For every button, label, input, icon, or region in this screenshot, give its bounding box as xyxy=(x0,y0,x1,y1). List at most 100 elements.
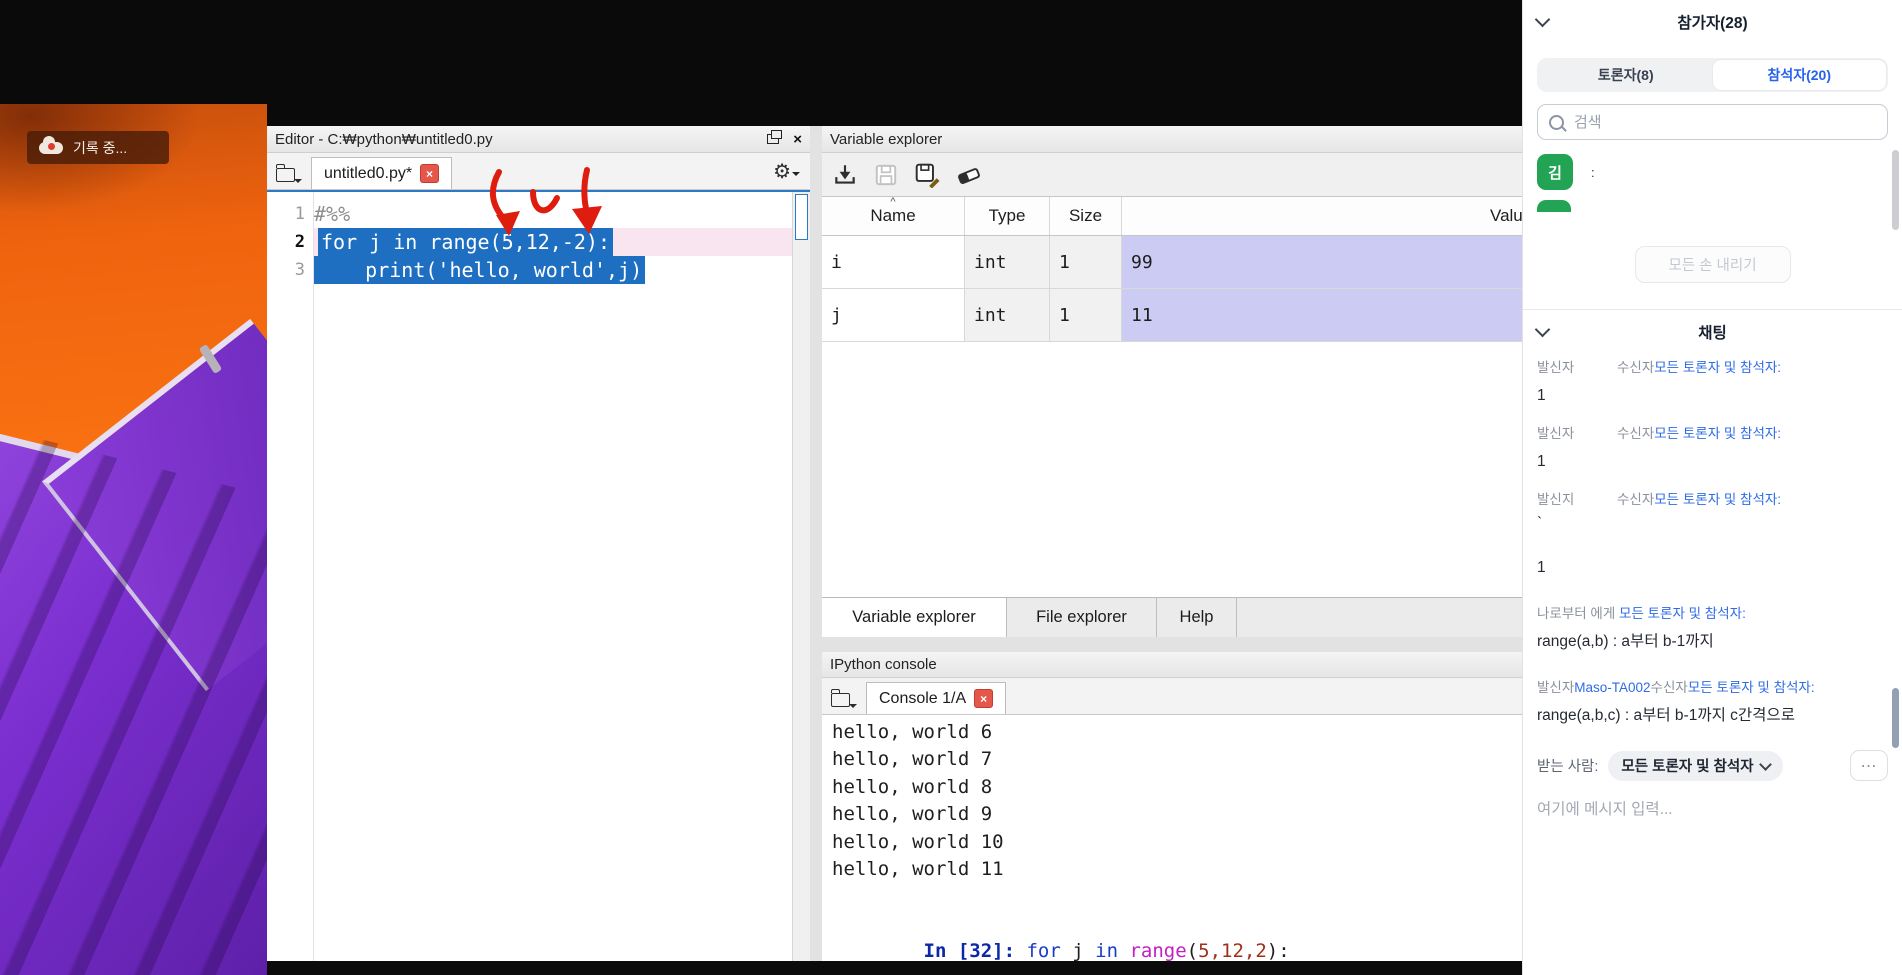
bottom-pane-tabs: Variable explorer File explorer Help xyxy=(822,597,1522,637)
recipient-label: 받는 사람: xyxy=(1537,755,1598,776)
line-number-current: 2 xyxy=(295,228,305,256)
cloud-recording-icon xyxy=(39,142,63,154)
var-size-cell: 1 xyxy=(1050,289,1122,341)
console-output[interactable]: hello, world 6 hello, world 7 hello, wor… xyxy=(822,715,1522,962)
chat-message: 발신자 수신자 모든 토론자 및 참석자: 1 xyxy=(1537,356,1888,406)
tab-close-icon[interactable]: × xyxy=(420,164,439,183)
code-editor[interactable]: 1 2 3 #%% for j in range(5,12,-2): print… xyxy=(267,190,810,962)
tab-variable-explorer[interactable]: Variable explorer xyxy=(822,598,1007,637)
variable-explorer-toolbar xyxy=(822,153,1522,196)
close-pane-icon[interactable]: × xyxy=(793,132,802,147)
message-header: 발신자 Maso-TA002 수신자 모든 토론자 및 참석자: xyxy=(1537,676,1888,696)
message-header: 발신자 수신자 모든 토론자 및 참석자: xyxy=(1537,356,1888,376)
audience-link: 모든 토론자 및 참석자: xyxy=(1654,422,1781,442)
participant-search[interactable] xyxy=(1537,104,1888,140)
audience-value: 모든 토론자 및 참석자 xyxy=(1621,755,1753,776)
column-header-value[interactable]: Value xyxy=(1122,197,1522,235)
chat-scrollbar-thumb[interactable] xyxy=(1892,688,1899,748)
options-gear-icon[interactable]: ⚙ xyxy=(773,159,800,184)
table-row[interactable]: j int 1 11 xyxy=(822,289,1522,342)
participant-row[interactable]: 김 : xyxy=(1523,152,1902,192)
name-header-label: Name xyxy=(870,206,915,226)
code-text: j xyxy=(1061,940,1095,962)
audience-dropdown[interactable]: 모든 토론자 및 참석자 xyxy=(1608,751,1782,781)
sender-label: 발신지 xyxy=(1537,488,1617,508)
remove-variables-eraser-icon[interactable] xyxy=(955,162,983,188)
receiver-label: 수신자 xyxy=(1617,422,1654,442)
editor-tab-untitled0[interactable]: untitled0.py* × xyxy=(311,157,452,189)
variable-explorer-pane: Variable explorer xyxy=(822,126,1522,637)
message-body: 1 xyxy=(1537,558,1888,578)
var-type-cell: int xyxy=(965,236,1050,288)
participants-scrollbar-thumb[interactable] xyxy=(1892,150,1899,230)
arrowhead-minus2 xyxy=(572,206,602,234)
chat-message: 발신자 수신자 모든 토론자 및 참석자: 1 xyxy=(1537,422,1888,472)
save-data-as-icon[interactable] xyxy=(914,162,940,188)
cell-comment: #%% xyxy=(314,202,350,226)
console-blank-line xyxy=(832,883,1522,910)
sender-label: 발신자 xyxy=(1537,356,1617,376)
more-options-button[interactable]: ⋯ xyxy=(1850,750,1888,781)
browse-consoles-button[interactable] xyxy=(822,684,858,714)
folder-icon xyxy=(276,168,295,182)
chat-message: 발신지 수신자 모든 토론자 및 참석자: ` 1 xyxy=(1537,488,1888,578)
line-number: 1 xyxy=(295,200,305,228)
tab-help[interactable]: Help xyxy=(1157,598,1237,637)
message-body: ` xyxy=(1537,514,1888,534)
receiver-label: 수신자 xyxy=(1651,676,1688,696)
chat-message: 나로부터 에게 모든 토론자 및 참석자: range(a,b) : a부터 b… xyxy=(1537,602,1888,652)
column-header-size[interactable]: Size xyxy=(1050,197,1122,235)
save-data-icon[interactable] xyxy=(873,162,899,188)
column-header-name[interactable]: ^ Name xyxy=(822,197,965,235)
var-value-cell: 11 xyxy=(1122,289,1522,341)
editor-tab-label: untitled0.py* xyxy=(324,165,412,183)
code-text: ): xyxy=(1267,940,1290,962)
variables-table: ^ Name Type Size Value i int 1 99 xyxy=(822,196,1522,342)
message-header: 발신지 수신자 모든 토론자 및 참석자: xyxy=(1537,488,1888,508)
editor-scrollbar-thumb[interactable] xyxy=(795,194,808,240)
audience-link: 모든 토론자 및 참석자: xyxy=(1688,676,1815,696)
tab-close-icon[interactable]: × xyxy=(974,689,993,708)
search-input[interactable] xyxy=(1572,113,1856,132)
table-row[interactable]: i int 1 99 xyxy=(822,236,1522,289)
undock-icon[interactable] xyxy=(767,134,779,144)
message-body: 1 xyxy=(1537,452,1888,472)
var-name-cell: j xyxy=(822,289,965,341)
folder-icon xyxy=(831,693,850,707)
receiver-label: 수신자 xyxy=(1617,356,1654,376)
editor-pane: Editor - C:₩python₩untitled0.py × untitl… xyxy=(267,126,810,962)
sort-caret-icon: ^ xyxy=(890,197,895,208)
console-title-bar: IPython console xyxy=(822,652,1522,678)
tab-attendees[interactable]: 참석자(20) xyxy=(1713,60,1887,90)
import-data-icon[interactable] xyxy=(832,162,858,188)
participants-title: 참가자(28) xyxy=(1677,11,1747,33)
in-prompt: In [32]: xyxy=(924,940,1027,962)
avatar: 김 xyxy=(1537,154,1573,190)
console-output-line: hello, world 9 xyxy=(832,801,1522,828)
chat-message: 발신자 Maso-TA002 수신자 모든 토론자 및 참석자: range(a… xyxy=(1537,676,1888,726)
message-header: 나로부터 에게 모든 토론자 및 참석자: xyxy=(1537,602,1888,622)
console-tab[interactable]: Console 1/A × xyxy=(866,682,1006,714)
message-input[interactable]: 여기에 메시지 입력... xyxy=(1537,797,1888,819)
code-text xyxy=(1118,940,1129,962)
recipient-row: 받는 사람: 모든 토론자 및 참석자 ⋯ xyxy=(1537,750,1888,781)
editor-scrollbar[interactable] xyxy=(792,192,810,962)
receiver-label: 수신자 xyxy=(1617,488,1654,508)
sender-label: 나로부터 에게 xyxy=(1537,602,1619,622)
recording-badge: 기록 중... xyxy=(27,131,169,164)
tab-file-explorer[interactable]: File explorer xyxy=(1007,598,1157,637)
line-number-gutter: 1 2 3 xyxy=(267,192,314,962)
column-header-type[interactable]: Type xyxy=(965,197,1050,235)
size-header-label: Size xyxy=(1069,206,1102,226)
lower-all-hands-button[interactable]: 모든 손 내리기 xyxy=(1635,246,1791,283)
tab-panelists[interactable]: 토론자(8) xyxy=(1539,60,1713,90)
sender-label: 발신자 xyxy=(1537,676,1574,696)
variables-table-header: ^ Name Type Size Value xyxy=(822,196,1522,236)
browse-tabs-button[interactable] xyxy=(267,159,303,189)
collapse-participants-chevron-icon[interactable] xyxy=(1535,12,1551,28)
collapse-chat-chevron-icon[interactable] xyxy=(1535,322,1551,338)
var-name-cell: i xyxy=(822,236,965,288)
var-value-cell: 99 xyxy=(1122,236,1522,288)
message-body: range(a,b,c) : a부터 b-1까지 c간격으로 xyxy=(1537,706,1888,726)
participant-name: : xyxy=(1591,165,1595,180)
